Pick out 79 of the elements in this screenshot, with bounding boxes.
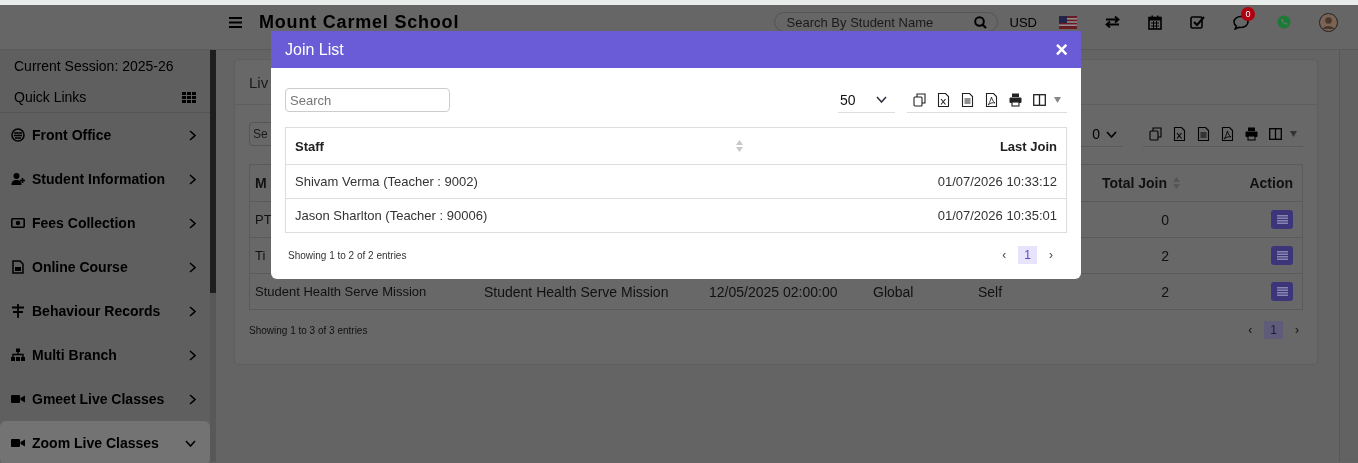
avatar-icon[interactable] xyxy=(1319,12,1338,32)
column-header[interactable]: Last Join xyxy=(999,138,1057,154)
user-plus-icon xyxy=(11,172,25,186)
page-size-select[interactable]: 50 xyxy=(838,87,895,113)
list-button[interactable] xyxy=(1271,246,1293,265)
search-field[interactable]: Search By Student Name xyxy=(773,12,998,32)
session-label: Current Session: 2025-26 xyxy=(13,57,175,76)
checkbox-icon[interactable] xyxy=(1190,15,1205,29)
grid-icon[interactable] xyxy=(182,91,196,103)
modal-title: Join List xyxy=(285,40,344,59)
table-cell: 2 xyxy=(1161,247,1169,264)
sidebar-item[interactable]: Front Office xyxy=(0,113,210,157)
next-page-link[interactable]: › xyxy=(1045,248,1057,262)
page-link[interactable]: 1 xyxy=(1018,246,1037,264)
swap-arrows-icon[interactable] xyxy=(1105,16,1120,28)
page-title: Liv xyxy=(249,73,269,91)
table-cell: Student Health Serve Mission xyxy=(484,283,669,300)
table-cell: 0 xyxy=(1161,211,1169,228)
signpost-icon xyxy=(11,304,25,318)
caret-icon[interactable] xyxy=(1054,96,1061,103)
table-cell: Shivam Verma (Teacher : 9002) xyxy=(295,174,478,189)
table-cell: PT xyxy=(255,212,272,227)
list-icon xyxy=(1276,251,1288,260)
column-header[interactable]: M xyxy=(255,175,267,191)
sidebar-item[interactable]: Multi Branch xyxy=(0,333,210,377)
list-button[interactable] xyxy=(1271,210,1293,229)
sidebar-item[interactable]: Behaviour Records xyxy=(0,289,210,333)
print-icon[interactable] xyxy=(1009,92,1022,107)
column-header[interactable]: Total Join xyxy=(1101,175,1167,191)
sidebar-item[interactable]: Zoom Live Classes xyxy=(0,421,210,463)
pdf-icon[interactable] xyxy=(985,92,998,107)
circle-lines-icon xyxy=(11,128,25,142)
quick-links-label[interactable]: Quick Links xyxy=(14,89,87,105)
list-icon xyxy=(1276,287,1288,296)
chevron-down-icon xyxy=(1106,130,1117,138)
sidebar-item[interactable]: Fees Collection xyxy=(0,201,210,245)
copy-icon[interactable] xyxy=(1149,127,1162,141)
list-icon xyxy=(1276,215,1288,224)
previous-page-link[interactable]: ‹ xyxy=(1244,323,1257,337)
scrollbar-thumb[interactable] xyxy=(210,50,216,293)
columns-icon[interactable] xyxy=(1033,92,1046,107)
table-cell: Student Health Serve Mission xyxy=(255,284,427,299)
sidebar-item[interactable]: Gmeet Live Classes xyxy=(0,377,210,421)
table-cell: 2 xyxy=(1161,283,1169,300)
table-cell: 12/05/2025 02:00:00 xyxy=(709,283,838,300)
table-cell: 01/07/2026 10:35:01 xyxy=(937,208,1057,223)
calendar-icon[interactable] xyxy=(1148,14,1162,30)
search-icon[interactable] xyxy=(973,16,987,29)
excel-icon[interactable] xyxy=(937,92,950,107)
school-name: Mount Carmel School xyxy=(259,12,460,32)
caret-icon[interactable] xyxy=(1290,131,1297,137)
menu-icon[interactable] xyxy=(229,16,242,28)
list-button[interactable] xyxy=(1271,282,1293,301)
entries-info: Showing 1 to 2 of 2 entries xyxy=(288,249,407,261)
copy-icon[interactable] xyxy=(913,92,926,107)
next-page-link[interactable]: › xyxy=(1291,323,1303,337)
previous-page-link[interactable]: ‹ xyxy=(998,248,1011,262)
notification-badge: 0 xyxy=(1241,6,1255,21)
table-cell: Jason Sharlton (Teacher : 90006) xyxy=(295,208,488,223)
column-header[interactable]: Action xyxy=(1249,175,1293,191)
page-link[interactable]: 1 xyxy=(1264,321,1283,339)
document-icon xyxy=(11,260,25,274)
video-camera-icon xyxy=(11,436,25,450)
currency-label[interactable]: USD xyxy=(1009,14,1037,30)
csv-icon[interactable] xyxy=(961,92,974,107)
sidebar-item[interactable]: Online Course xyxy=(0,245,210,289)
table-cell: Self xyxy=(978,283,1003,300)
video-camera-icon xyxy=(11,392,25,406)
column-header[interactable]: Staff xyxy=(295,138,324,154)
entries-info: Showing 1 to 3 of 3 entries xyxy=(249,324,368,336)
sidebar-item[interactable]: Student Information xyxy=(0,157,210,201)
table-cell: Ti xyxy=(255,248,266,263)
close-button[interactable]: × xyxy=(1055,39,1068,60)
table-cell: Global xyxy=(873,283,914,300)
flag-icon[interactable] xyxy=(1059,15,1077,29)
chevron-down-icon xyxy=(876,96,887,103)
money-icon xyxy=(11,216,25,230)
table-cell: 01/07/2026 10:33:12 xyxy=(937,174,1057,189)
sitemap-icon xyxy=(11,348,25,362)
